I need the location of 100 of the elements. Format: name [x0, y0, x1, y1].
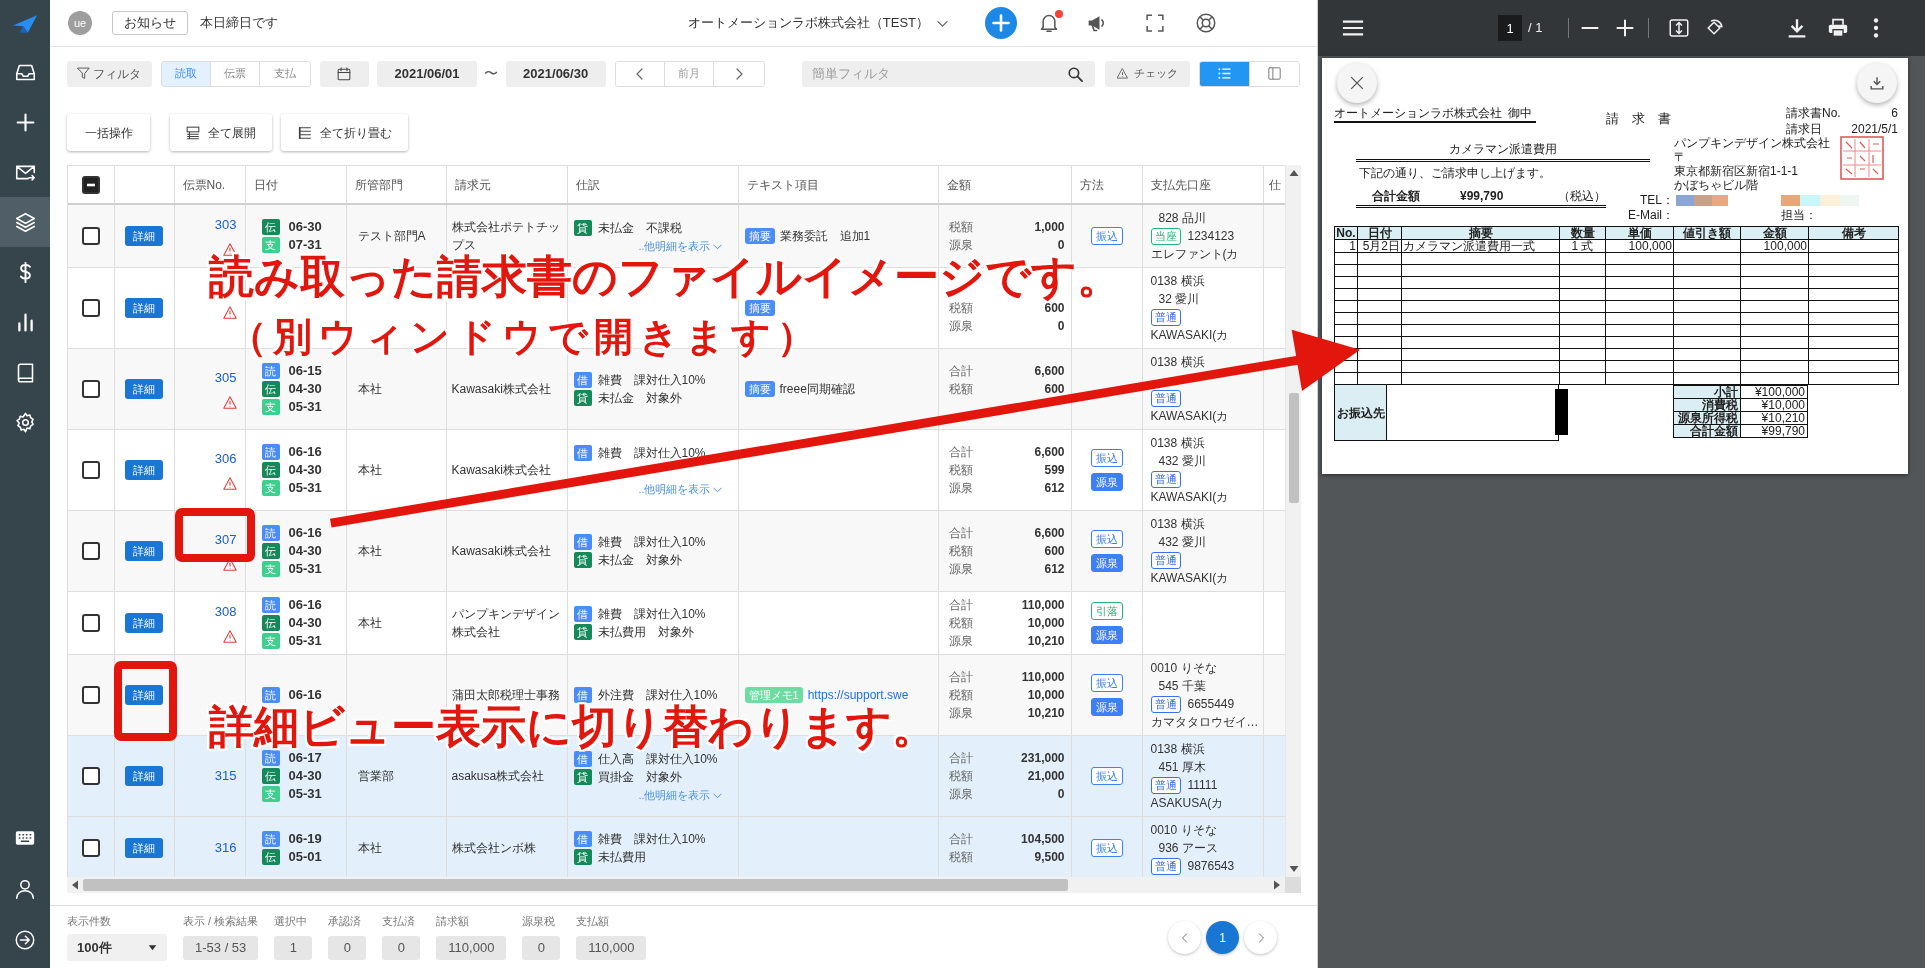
sidebar-item[interactable] — [0, 197, 50, 247]
scrollbar-thumb[interactable] — [83, 879, 1068, 891]
row-checkbox[interactable] — [81, 227, 100, 246]
date-from-field[interactable]: 2021/06/01 — [377, 60, 478, 87]
row-checkbox[interactable] — [81, 542, 100, 561]
row-checkbox[interactable] — [81, 686, 100, 705]
slip-number-link[interactable]: 316 — [214, 839, 237, 857]
page-size-select[interactable]: 100件 — [67, 934, 167, 961]
notice-button[interactable]: お知らせ — [112, 11, 188, 35]
account-holder-text: カマタタロウゼイ… — [1150, 714, 1258, 731]
payment-method-tag: 源泉 — [1090, 554, 1123, 572]
row-checkbox[interactable] — [81, 299, 100, 318]
search-icon[interactable] — [1067, 66, 1083, 82]
amount-label: 源泉 — [948, 318, 973, 335]
action-button[interactable]: 全て展開 — [170, 114, 272, 151]
detail-button[interactable]: 詳細 — [125, 541, 163, 561]
check-button[interactable]: チェック — [1104, 60, 1191, 87]
detail-button[interactable]: 詳細 — [125, 379, 163, 399]
journal-side-tag: 貸 — [573, 768, 592, 785]
panel-view-icon — [1267, 67, 1281, 80]
slip-number-link[interactable]: 308 — [214, 603, 237, 621]
amount-value: 9,500 — [1034, 849, 1065, 866]
zoom-in-icon[interactable] — [1615, 18, 1636, 38]
keyboard-icon[interactable] — [15, 828, 35, 848]
show-more-link[interactable]: ..他明細を表示 — [638, 788, 722, 801]
megaphone-icon[interactable] — [1087, 13, 1107, 33]
detail-button[interactable]: 詳細 — [125, 838, 163, 858]
date-type-tag: 読 — [261, 687, 280, 703]
scrollbar-thumb[interactable] — [1288, 393, 1299, 503]
note-tag: 摘要 — [744, 228, 775, 244]
row-checkbox[interactable] — [81, 767, 100, 786]
date-text: 06-19 — [288, 830, 322, 848]
slip-number-link[interactable]: 307 — [214, 531, 237, 549]
view-toggle[interactable] — [1200, 61, 1250, 86]
download-icon[interactable] — [1787, 18, 1808, 38]
download-button[interactable] — [1857, 63, 1897, 103]
amount-value: 0 — [1057, 786, 1065, 803]
company-selector[interactable]: オートメーションラボ株式会社（TEST） — [687, 13, 948, 33]
amount-value: 0 — [1057, 237, 1065, 254]
date-text: 06-16 — [288, 596, 322, 614]
row-checkbox[interactable] — [81, 839, 100, 858]
bell-icon[interactable] — [1039, 13, 1059, 33]
amount-value: 6,600 — [1034, 363, 1065, 380]
doc-honorific: 御中 — [1508, 106, 1532, 120]
row-checkbox[interactable] — [81, 380, 100, 399]
help-icon[interactable] — [1196, 13, 1216, 33]
detail-button[interactable]: 詳細 — [125, 226, 163, 246]
date-text: 05-31 — [288, 785, 322, 803]
select-all-checkbox[interactable] — [81, 175, 100, 194]
show-more-link[interactable]: ..他明細を表示 — [638, 239, 722, 252]
page-button[interactable]: 1 — [1206, 921, 1239, 954]
list-view-icon — [1218, 67, 1231, 80]
column-header: 仕訳 — [567, 166, 738, 204]
branch-text: 828 品川 — [1157, 210, 1207, 227]
filter-tab[interactable]: 読取 — [161, 61, 212, 86]
doc-tax-note: （税込） — [1558, 189, 1606, 203]
amount-label: 合計 — [948, 669, 973, 686]
detail-button[interactable]: 詳細 — [125, 613, 163, 633]
logout-icon[interactable] — [15, 930, 35, 950]
user-icon[interactable] — [15, 879, 35, 899]
journal-text: 雑費 課対仕入10% — [597, 606, 706, 623]
note-link[interactable]: https://support.swe — [807, 686, 909, 704]
search-field[interactable]: 簡単フィルタ — [801, 60, 1095, 87]
settings-icon — [14, 411, 36, 433]
date-type-tag: 支 — [261, 633, 280, 649]
show-more-link[interactable]: ..他明細を表示 — [638, 482, 722, 495]
amount-label: 税額 — [948, 543, 973, 560]
journal-side-tag: 借 — [573, 831, 592, 847]
menu-icon[interactable] — [1342, 19, 1364, 37]
action-button[interactable]: 全て折り畳む — [281, 114, 408, 151]
fullscreen-icon[interactable] — [1146, 14, 1164, 32]
action-button[interactable]: 一括操作 — [67, 114, 150, 151]
detail-button[interactable]: 詳細 — [125, 766, 163, 786]
page-number-field[interactable]: 1 — [1498, 15, 1522, 41]
date-type-tag: 支 — [261, 561, 280, 577]
date-text: 06-30 — [288, 218, 322, 236]
journal-text: 未払費用 対象外 — [597, 624, 694, 641]
doc-issuer-line: かぼちゃビル階 — [1674, 178, 1759, 192]
add-icon[interactable] — [985, 7, 1017, 39]
fit-page-icon[interactable] — [1669, 18, 1690, 38]
filter-button[interactable]: フィルタ — [67, 60, 152, 87]
account-type-tag: 当座 — [1150, 227, 1181, 245]
vertical-scrollbar[interactable] — [1285, 165, 1301, 877]
slip-number-link[interactable]: 306 — [214, 450, 237, 468]
date-to-field[interactable]: 2021/06/30 — [505, 60, 606, 87]
row-checkbox[interactable] — [81, 461, 100, 480]
date-type-tag: 伝 — [261, 615, 280, 631]
detail-button[interactable]: 詳細 — [125, 460, 163, 480]
calendar-button[interactable] — [319, 60, 370, 87]
detail-button[interactable]: 詳細 — [125, 298, 163, 318]
print-icon[interactable] — [1828, 18, 1849, 38]
slip-number-link[interactable]: 303 — [214, 216, 237, 234]
row-checkbox[interactable] — [81, 614, 100, 633]
doc-table-cell: 100,000 — [1605, 239, 1674, 253]
user-avatar[interactable]: ue — [68, 11, 92, 35]
slip-number-link[interactable]: 305 — [214, 369, 237, 387]
detail-button[interactable]: 詳細 — [125, 685, 163, 705]
horizontal-scrollbar[interactable] — [67, 877, 1285, 893]
more-icon[interactable] — [1873, 18, 1880, 38]
slip-number-link[interactable]: 315 — [214, 767, 237, 785]
